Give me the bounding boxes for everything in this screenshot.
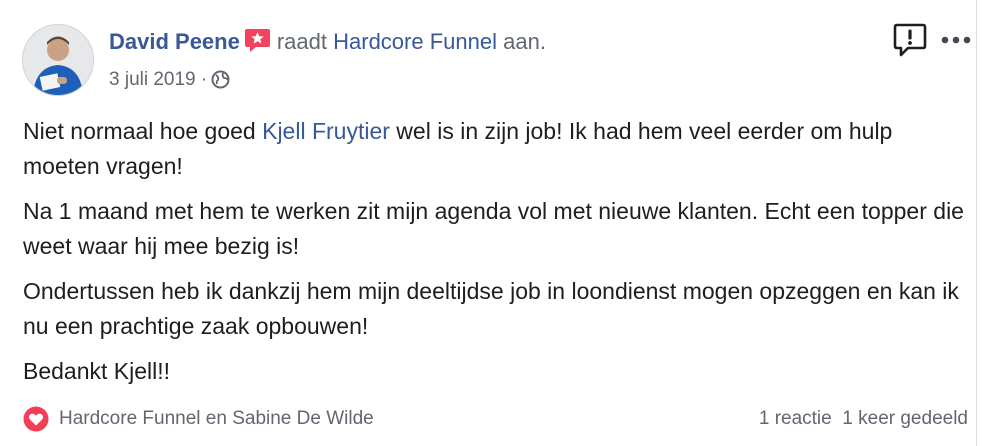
more-options-icon[interactable] (940, 32, 972, 50)
recommendation-post: David Peene raadt Hardcore Funnel aan. 3 … (0, 0, 977, 446)
paragraph-text: Niet normaal hoe goed (23, 118, 263, 144)
reactions-count-link[interactable]: 1 reactie (759, 408, 832, 429)
globe-icon[interactable] (211, 70, 230, 97)
reactors-link[interactable]: Hardcore Funnel en Sabine De Wilde (59, 404, 374, 434)
post-paragraph: Bedankt Kjell!! (23, 358, 171, 384)
author-avatar[interactable] (22, 24, 94, 96)
recommends-suffix: aan. (503, 29, 546, 54)
meta-separator: · (200, 69, 208, 90)
post-title-line: David Peene raadt Hardcore Funnel aan. (109, 27, 546, 61)
report-icon[interactable] (892, 22, 928, 63)
recommends-text: raadt (276, 29, 327, 54)
recommend-star-icon (244, 28, 271, 61)
mention-link[interactable]: Kjell Fruytier (262, 118, 390, 144)
post-meta: 3 juli 2019 · (109, 67, 546, 97)
post-body: Niet normaal hoe goed Kjell Fruytier wel… (23, 114, 968, 399)
post-paragraph: Ondertussen heb ik dankzij hem mijn deel… (23, 278, 959, 339)
love-reaction-icon[interactable] (23, 406, 49, 442)
page-name-link[interactable]: Hardcore Funnel (333, 29, 497, 54)
post-paragraph: Na 1 maand met hem te werken zit mijn ag… (23, 198, 964, 259)
shares-count-link[interactable]: 1 keer gedeeld (842, 408, 968, 429)
author-name-link[interactable]: David Peene (109, 29, 240, 54)
post-paragraph: Niet normaal hoe goed Kjell Fruytier wel… (23, 114, 968, 184)
post-header: David Peene raadt Hardcore Funnel aan. 3 … (109, 27, 546, 97)
post-footer: Hardcore Funnel en Sabine De Wilde 1 rea… (23, 404, 968, 434)
engagement-counts: 1 reactie 1 keer gedeeld (759, 404, 968, 434)
post-date-link[interactable]: 3 juli 2019 (109, 69, 196, 90)
